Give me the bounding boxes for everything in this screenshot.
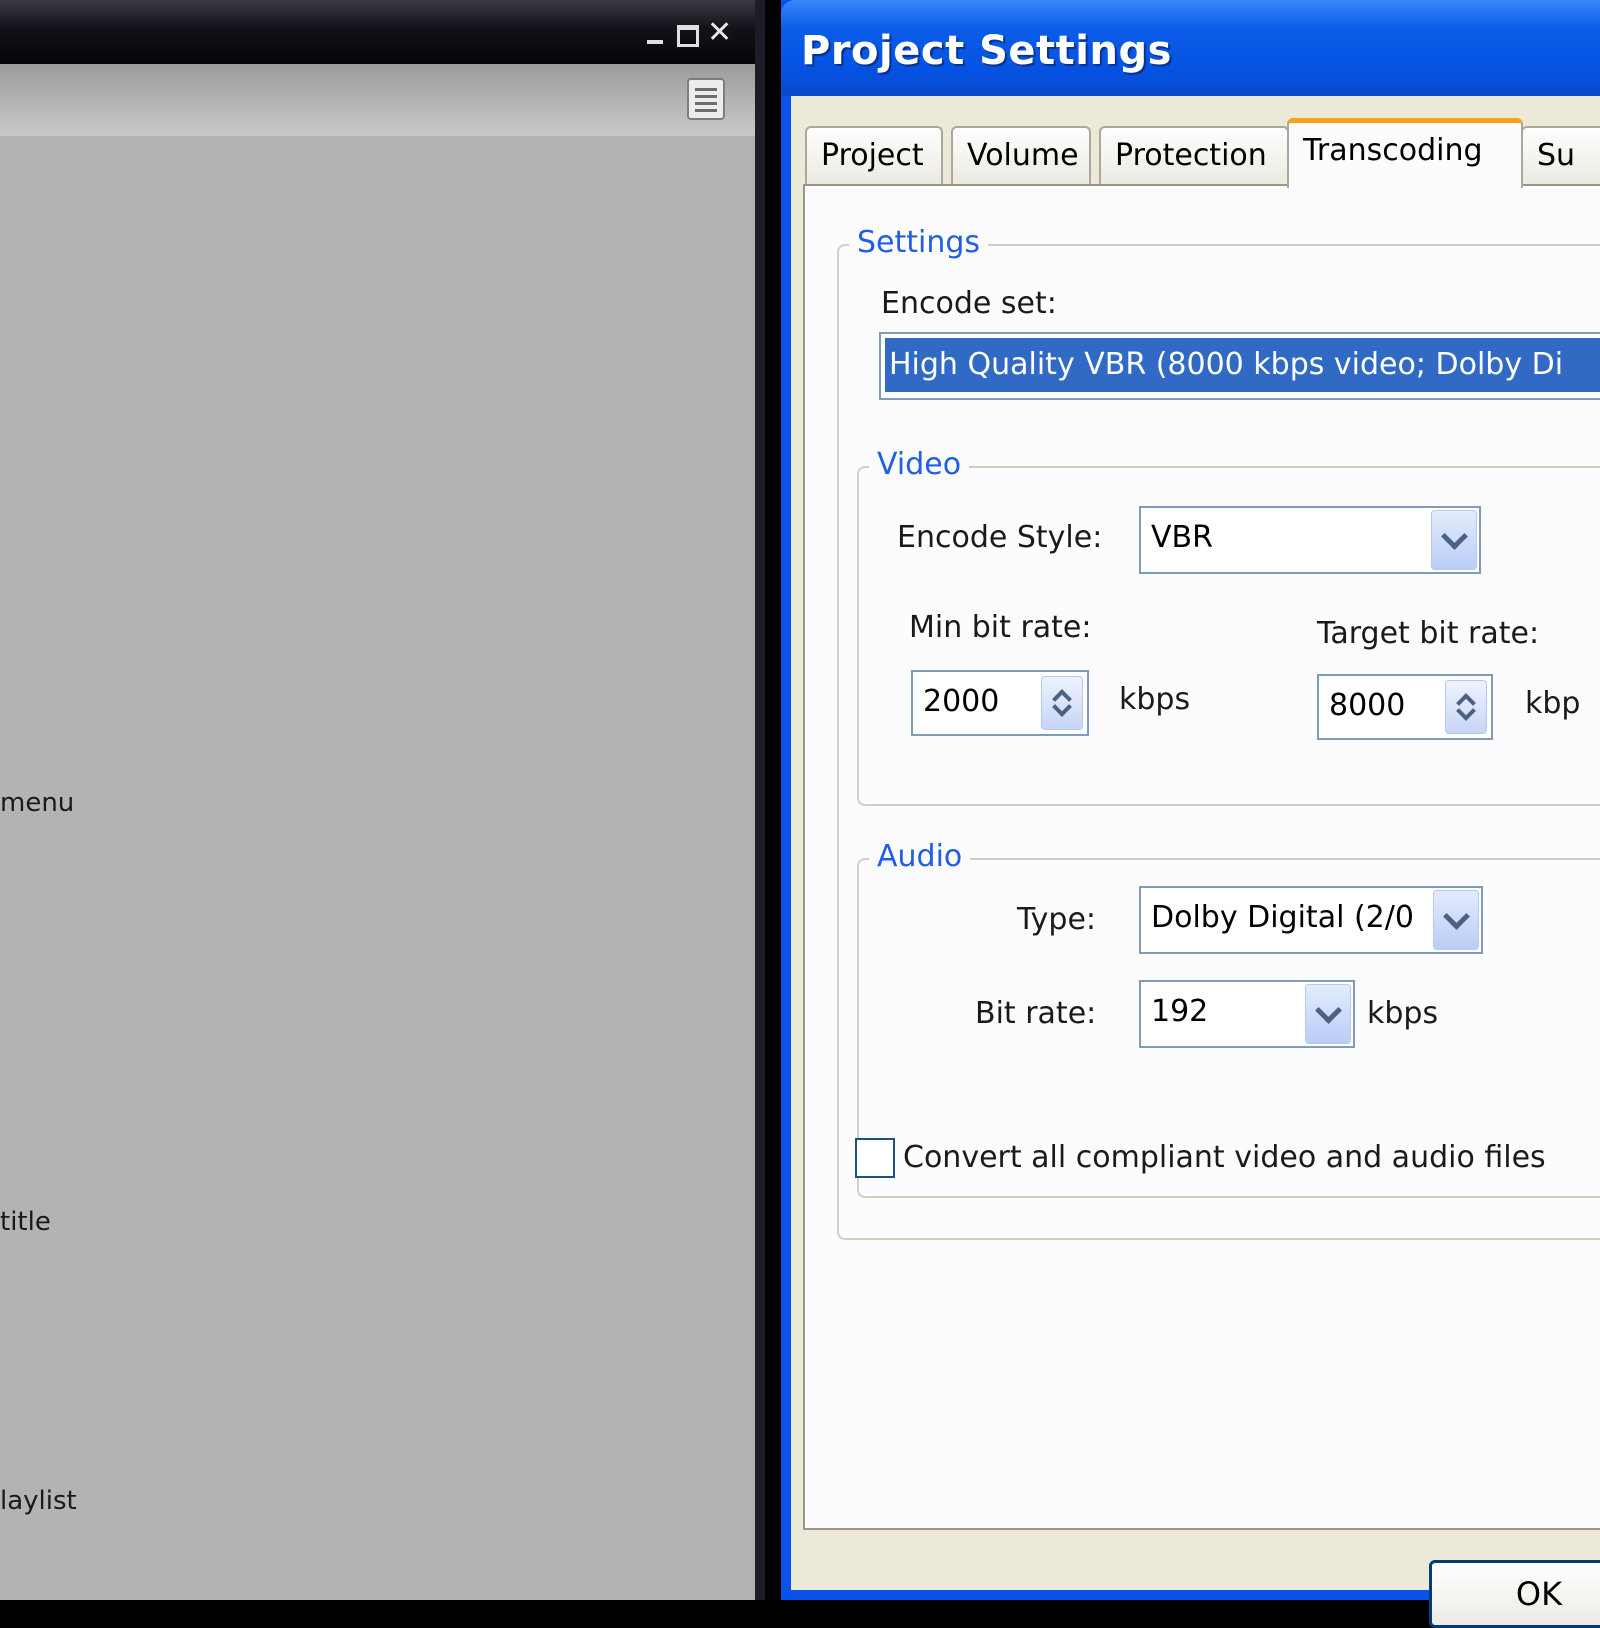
ok-button[interactable]: OK: [1429, 1560, 1600, 1628]
encode-set-dropdown[interactable]: High Quality VBR (8000 kbps video; Dolby…: [879, 332, 1600, 400]
encode-style-dropdown[interactable]: VBR: [1139, 506, 1481, 574]
audio-bit-rate-unit: kbps: [1367, 996, 1439, 1031]
min-bit-rate-label: Min bit rate:: [909, 610, 1092, 645]
audio-legend: Audio: [869, 840, 971, 874]
project-settings-dialog: Project Settings Project Volume Protecti…: [781, 0, 1600, 1628]
min-bit-rate-unit: kbps: [1119, 682, 1191, 717]
background-window-toolbar: [0, 64, 755, 139]
encode-set-value: High Quality VBR (8000 kbps video; Dolby…: [885, 338, 1600, 392]
dialog-body: Project Volume Protection Transcoding Su…: [791, 96, 1600, 1628]
target-bit-rate-label: Target bit rate:: [1317, 616, 1540, 651]
background-window-titlebar: ✕: [0, 0, 755, 64]
list-view-icon[interactable]: [687, 78, 725, 120]
audio-bit-rate-dropdown[interactable]: 192: [1139, 980, 1355, 1048]
close-icon[interactable]: ✕: [707, 18, 732, 48]
audio-type-value: Dolby Digital (2/0: [1151, 900, 1414, 935]
chevron-down-icon[interactable]: [1431, 510, 1477, 570]
convert-checkbox-label[interactable]: Convert all compliant video and audio fi…: [903, 1140, 1546, 1175]
chevron-down-icon[interactable]: [1433, 890, 1479, 950]
chevron-down-icon[interactable]: [1305, 984, 1351, 1044]
maximize-icon[interactable]: [675, 22, 699, 47]
tab-project[interactable]: Project: [805, 126, 943, 184]
dialog-titlebar: Project Settings: [781, 0, 1600, 96]
target-bit-rate-spin-icon[interactable]: [1445, 680, 1487, 734]
audio-type-dropdown[interactable]: Dolby Digital (2/0: [1139, 886, 1483, 954]
minimize-icon[interactable]: [643, 22, 667, 46]
settings-legend: Settings: [849, 226, 989, 260]
encode-style-label: Encode Style:: [897, 520, 1103, 555]
window-controls: ✕: [643, 18, 732, 48]
background-item-title[interactable]: title: [0, 1207, 51, 1237]
background-item-menu[interactable]: menu: [0, 788, 74, 818]
encode-style-value: VBR: [1151, 520, 1213, 555]
background-item-playlist[interactable]: laylist: [0, 1486, 77, 1516]
target-bit-rate-value: 8000: [1329, 688, 1406, 723]
tab-protection[interactable]: Protection: [1099, 126, 1289, 184]
min-bit-rate-spin-icon[interactable]: [1041, 676, 1083, 730]
convert-checkbox[interactable]: [855, 1138, 895, 1178]
target-bit-rate-unit: kbp: [1525, 686, 1581, 721]
min-bit-rate-value: 2000: [923, 684, 1000, 719]
video-legend: Video: [869, 448, 970, 482]
audio-bit-rate-label: Bit rate:: [975, 996, 1097, 1031]
audio-type-label: Type:: [1017, 902, 1097, 937]
tab-transcoding[interactable]: Transcoding: [1287, 118, 1523, 188]
tab-volume[interactable]: Volume: [951, 126, 1091, 184]
target-bit-rate-stepper[interactable]: 8000: [1317, 674, 1493, 740]
window-border: [755, 0, 781, 1600]
transcoding-panel: Settings Encode set: High Quality VBR (8…: [803, 184, 1600, 1530]
background-window: ✕ menu title laylist: [0, 0, 755, 1600]
min-bit-rate-stepper[interactable]: 2000: [911, 670, 1089, 736]
audio-bit-rate-value: 192: [1151, 994, 1209, 1029]
dialog-title: Project Settings: [801, 28, 1172, 74]
encode-set-label: Encode set:: [881, 286, 1057, 321]
tab-subtitles[interactable]: Su: [1521, 126, 1600, 184]
